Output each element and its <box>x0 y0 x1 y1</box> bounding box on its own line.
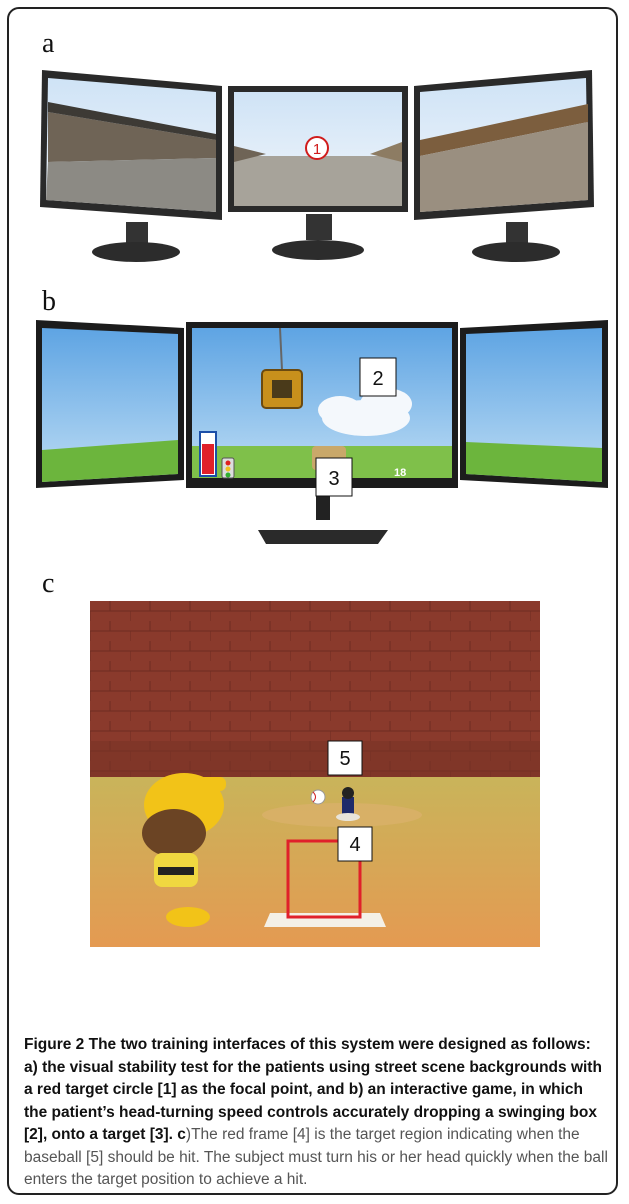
traffic-light-icon <box>221 457 235 479</box>
svg-text:4: 4 <box>349 834 360 856</box>
panel-a-monitors: 1 <box>40 70 594 262</box>
figure-caption: Figure 2 The two training interfaces of … <box>24 1034 608 1192</box>
center-monitor-icon <box>228 86 408 260</box>
panel-b-game-monitors: 18 2 3 <box>36 320 608 544</box>
hud-score: 18 <box>394 467 406 479</box>
box-label-2: 2 <box>359 357 397 397</box>
left-monitor-icon <box>40 70 222 262</box>
target-circle-icon: 1 <box>305 136 329 160</box>
energy-bar-icon <box>199 431 217 477</box>
caption-c-label: c <box>177 1126 186 1143</box>
svg-text:2: 2 <box>372 368 383 390</box>
frame-label-4: 4 <box>337 826 373 862</box>
figure-label: Figure 2 <box>24 1036 85 1053</box>
ball-label-5: 5 <box>327 740 363 776</box>
target-circle-number: 1 <box>313 141 321 158</box>
panel-a-label: a <box>42 28 55 59</box>
baseball-icon <box>310 789 326 805</box>
panel-b-label: b <box>42 286 56 317</box>
svg-text:3: 3 <box>328 468 339 490</box>
panel-c-baseball-game: 5 4 <box>90 601 540 947</box>
panel-c-label: c <box>42 568 55 599</box>
svg-text:5: 5 <box>339 748 350 770</box>
target-label-3: 3 <box>315 457 353 497</box>
right-monitor-icon <box>414 70 594 262</box>
